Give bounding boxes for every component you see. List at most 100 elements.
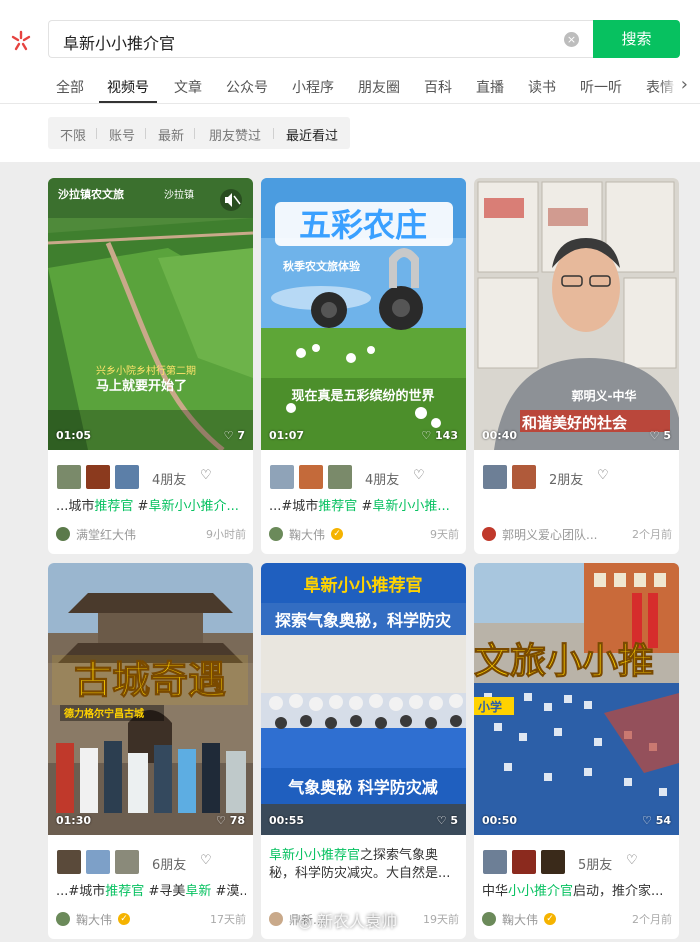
watermark-icon: ◎ [298, 912, 312, 931]
heart-icon[interactable]: ♡ [597, 468, 609, 483]
desc-text: ...#城市 [269, 499, 319, 514]
friend-avatar [511, 849, 537, 875]
filter-recently-viewed[interactable]: 最近看过 [286, 125, 338, 144]
filter-divider [96, 128, 97, 139]
desc-text: ...城市 [56, 499, 95, 514]
tab-moments[interactable]: 朋友圈 [358, 77, 400, 97]
video-duration: 01:07 [269, 429, 305, 442]
desc-text: #寻美 [144, 884, 186, 899]
wechat-search-logo-icon[interactable] [8, 28, 34, 54]
filter-divider [194, 128, 195, 139]
filter-unlimited[interactable]: 不限 [60, 125, 86, 144]
desc-text: # [133, 499, 149, 514]
author-row[interactable]: 满堂红大伟 9小时前 [56, 526, 246, 542]
video-card[interactable]: 郭明义-中华 和谐美好的社会 00:40 ♡ 5 2朋友 ♡ 郭明义爱心团队..… [474, 178, 679, 554]
author-row[interactable]: 郭明义爱心团队... 2个月前 [482, 526, 672, 542]
like-count: ♡ 78 [215, 814, 245, 827]
desc-highlight: 阜新小小推... [372, 499, 450, 514]
desc-highlight: 小小推介官 [508, 884, 574, 899]
desc-highlight: 推荐官 [318, 499, 358, 514]
friend-avatar [56, 849, 82, 875]
mute-icon[interactable] [220, 189, 242, 211]
friend-count: 4朋友 [365, 473, 400, 488]
clear-icon[interactable]: × [564, 32, 579, 47]
desc-highlight: 推荐官 [94, 499, 134, 514]
post-time: 19天前 [423, 913, 459, 926]
search-button[interactable]: 搜索 [593, 20, 680, 58]
video-card[interactable]: 五彩农庄 秋季农文旅体验 现在真是五彩缤纷的世界 01:07 ♡ 143 4朋友… [261, 178, 466, 554]
filter-friends-liked[interactable]: 朋友赞过 [209, 125, 261, 144]
filter-account[interactable]: 账号 [109, 125, 135, 144]
author-name: 郭明义爱心团队... [502, 528, 598, 542]
search-query-text: 阜新小小推介官 [63, 34, 176, 53]
video-card[interactable]: 文旅小小推 小学 00:50 ♡ 54 5朋友 ♡ 中华小小推介官启动，推介家.… [474, 563, 679, 939]
overlay-channel-text: 沙拉镇农文旅 [58, 187, 124, 201]
filter-bar: 不限 账号 最新 朋友赞过 最近看过 [48, 117, 350, 149]
friend-avatar [85, 849, 111, 875]
tab-all[interactable]: 全部 [56, 77, 84, 97]
video-duration: 00:50 [482, 814, 518, 827]
author-avatar [482, 912, 496, 926]
desc-text: ...#城市 [56, 884, 106, 899]
heart-icon[interactable]: ♡ [200, 853, 212, 868]
overlay-title: 文旅小小推 [474, 641, 654, 682]
friend-count: 2朋友 [549, 473, 584, 488]
friend-avatar [56, 464, 82, 490]
friend-avatar [540, 849, 566, 875]
overlay-title: 五彩农庄 [299, 206, 427, 244]
verified-badge-icon: ✓ [331, 528, 343, 540]
tab-articles[interactable]: 文章 [174, 77, 202, 97]
overlay-subtitle: 兴乡小院乡村行第二期 [96, 364, 196, 377]
tab-live[interactable]: 直播 [476, 77, 504, 97]
tab-listen[interactable]: 听一听 [580, 77, 622, 97]
friend-count: 4朋友 [152, 473, 187, 488]
category-tabs: 全部 视频号 文章 公众号 小程序 朋友圈 百科 直播 读书 听一听 表情 › [0, 70, 700, 104]
post-time: 17天前 [210, 913, 246, 926]
friends-row: 4朋友 ♡ [269, 464, 459, 490]
desc-highlight: 推荐官 [105, 884, 145, 899]
video-thumbnail[interactable]: 古城奇遇 德力格尔宁昌古城 01:30 ♡ 78 [48, 563, 253, 835]
video-thumbnail[interactable]: 五彩农庄 秋季农文旅体验 现在真是五彩缤纷的世界 01:07 ♡ 143 [261, 178, 466, 450]
like-count-value: 143 [435, 429, 458, 442]
video-thumbnail[interactable]: 阜新小小推荐官 探索气象奥秘，科学防灾 气象奥秘 科学防灾减 00:55 ♡ 5 [261, 563, 466, 835]
video-thumbnail[interactable]: 沙拉镇农文旅 沙拉镇 兴乡小院乡村行第二期 马上就要开始了 01:05 ♡ 7 [48, 178, 253, 450]
tab-mini-programs[interactable]: 小程序 [292, 77, 334, 97]
video-thumbnail[interactable]: 文旅小小推 小学 00:50 ♡ 54 [474, 563, 679, 835]
like-count: ♡ 5 [649, 429, 671, 442]
heart-icon[interactable]: ♡ [626, 853, 638, 868]
tab-channels[interactable]: 视频号 [107, 77, 149, 97]
tab-reading[interactable]: 读书 [528, 77, 556, 97]
video-description[interactable]: ...城市推荐官 #阜新小小推介... [56, 498, 246, 516]
heart-icon[interactable]: ♡ [200, 468, 212, 483]
watermark-text: ◎ 新农人袁帅 [298, 908, 397, 932]
friend-avatar [114, 464, 140, 490]
author-row[interactable]: 鞠大伟 ✓ 17天前 [56, 911, 246, 927]
filter-divider [273, 128, 274, 139]
video-card[interactable]: 沙拉镇农文旅 沙拉镇 兴乡小院乡村行第二期 马上就要开始了 01:05 ♡ 7 … [48, 178, 253, 554]
like-count: ♡ 5 [436, 814, 458, 827]
overlay-title: 阜新小小推荐官 [304, 575, 423, 596]
video-description[interactable]: ...#城市推荐官 #阜新小小推... [269, 498, 459, 516]
friends-row: 2朋友 ♡ [482, 464, 672, 490]
friend-avatar [85, 464, 111, 490]
heart-icon[interactable]: ♡ [413, 468, 425, 483]
tab-official-accounts[interactable]: 公众号 [226, 77, 268, 97]
like-count-value: 5 [663, 429, 671, 442]
active-tab-indicator [99, 101, 157, 103]
video-card[interactable]: 古城奇遇 德力格尔宁昌古城 01:30 ♡ 78 6朋友 ♡ ...#城市推荐官… [48, 563, 253, 939]
video-card[interactable]: 阜新小小推荐官 探索气象奥秘，科学防灾 气象奥秘 科学防灾减 00:55 ♡ 5… [261, 563, 466, 939]
filter-latest[interactable]: 最新 [158, 125, 184, 144]
post-time: 9小时前 [206, 528, 246, 541]
video-description[interactable]: ...#城市推荐官 #寻美阜新 #漠... [56, 883, 246, 901]
author-row[interactable]: 鞠大伟 ✓ 2个月前 [482, 911, 672, 927]
friend-avatar [327, 464, 353, 490]
search-input[interactable]: 阜新小小推介官 × [48, 20, 593, 58]
tab-encyclopedia[interactable]: 百科 [424, 77, 452, 97]
author-row[interactable]: 鞠大伟 ✓ 9天前 [269, 526, 459, 542]
like-count: ♡ 143 [421, 429, 458, 442]
chevron-right-icon[interactable]: › [660, 70, 700, 102]
video-description[interactable]: 阜新小小推荐官之探索气象奥秘，科学防灾减灾。大自然是... [269, 847, 459, 883]
like-count-value: 54 [655, 814, 671, 827]
video-thumbnail[interactable]: 郭明义-中华 和谐美好的社会 00:40 ♡ 5 [474, 178, 679, 450]
video-description[interactable]: 中华小小推介官启动，推介家... [482, 883, 672, 901]
